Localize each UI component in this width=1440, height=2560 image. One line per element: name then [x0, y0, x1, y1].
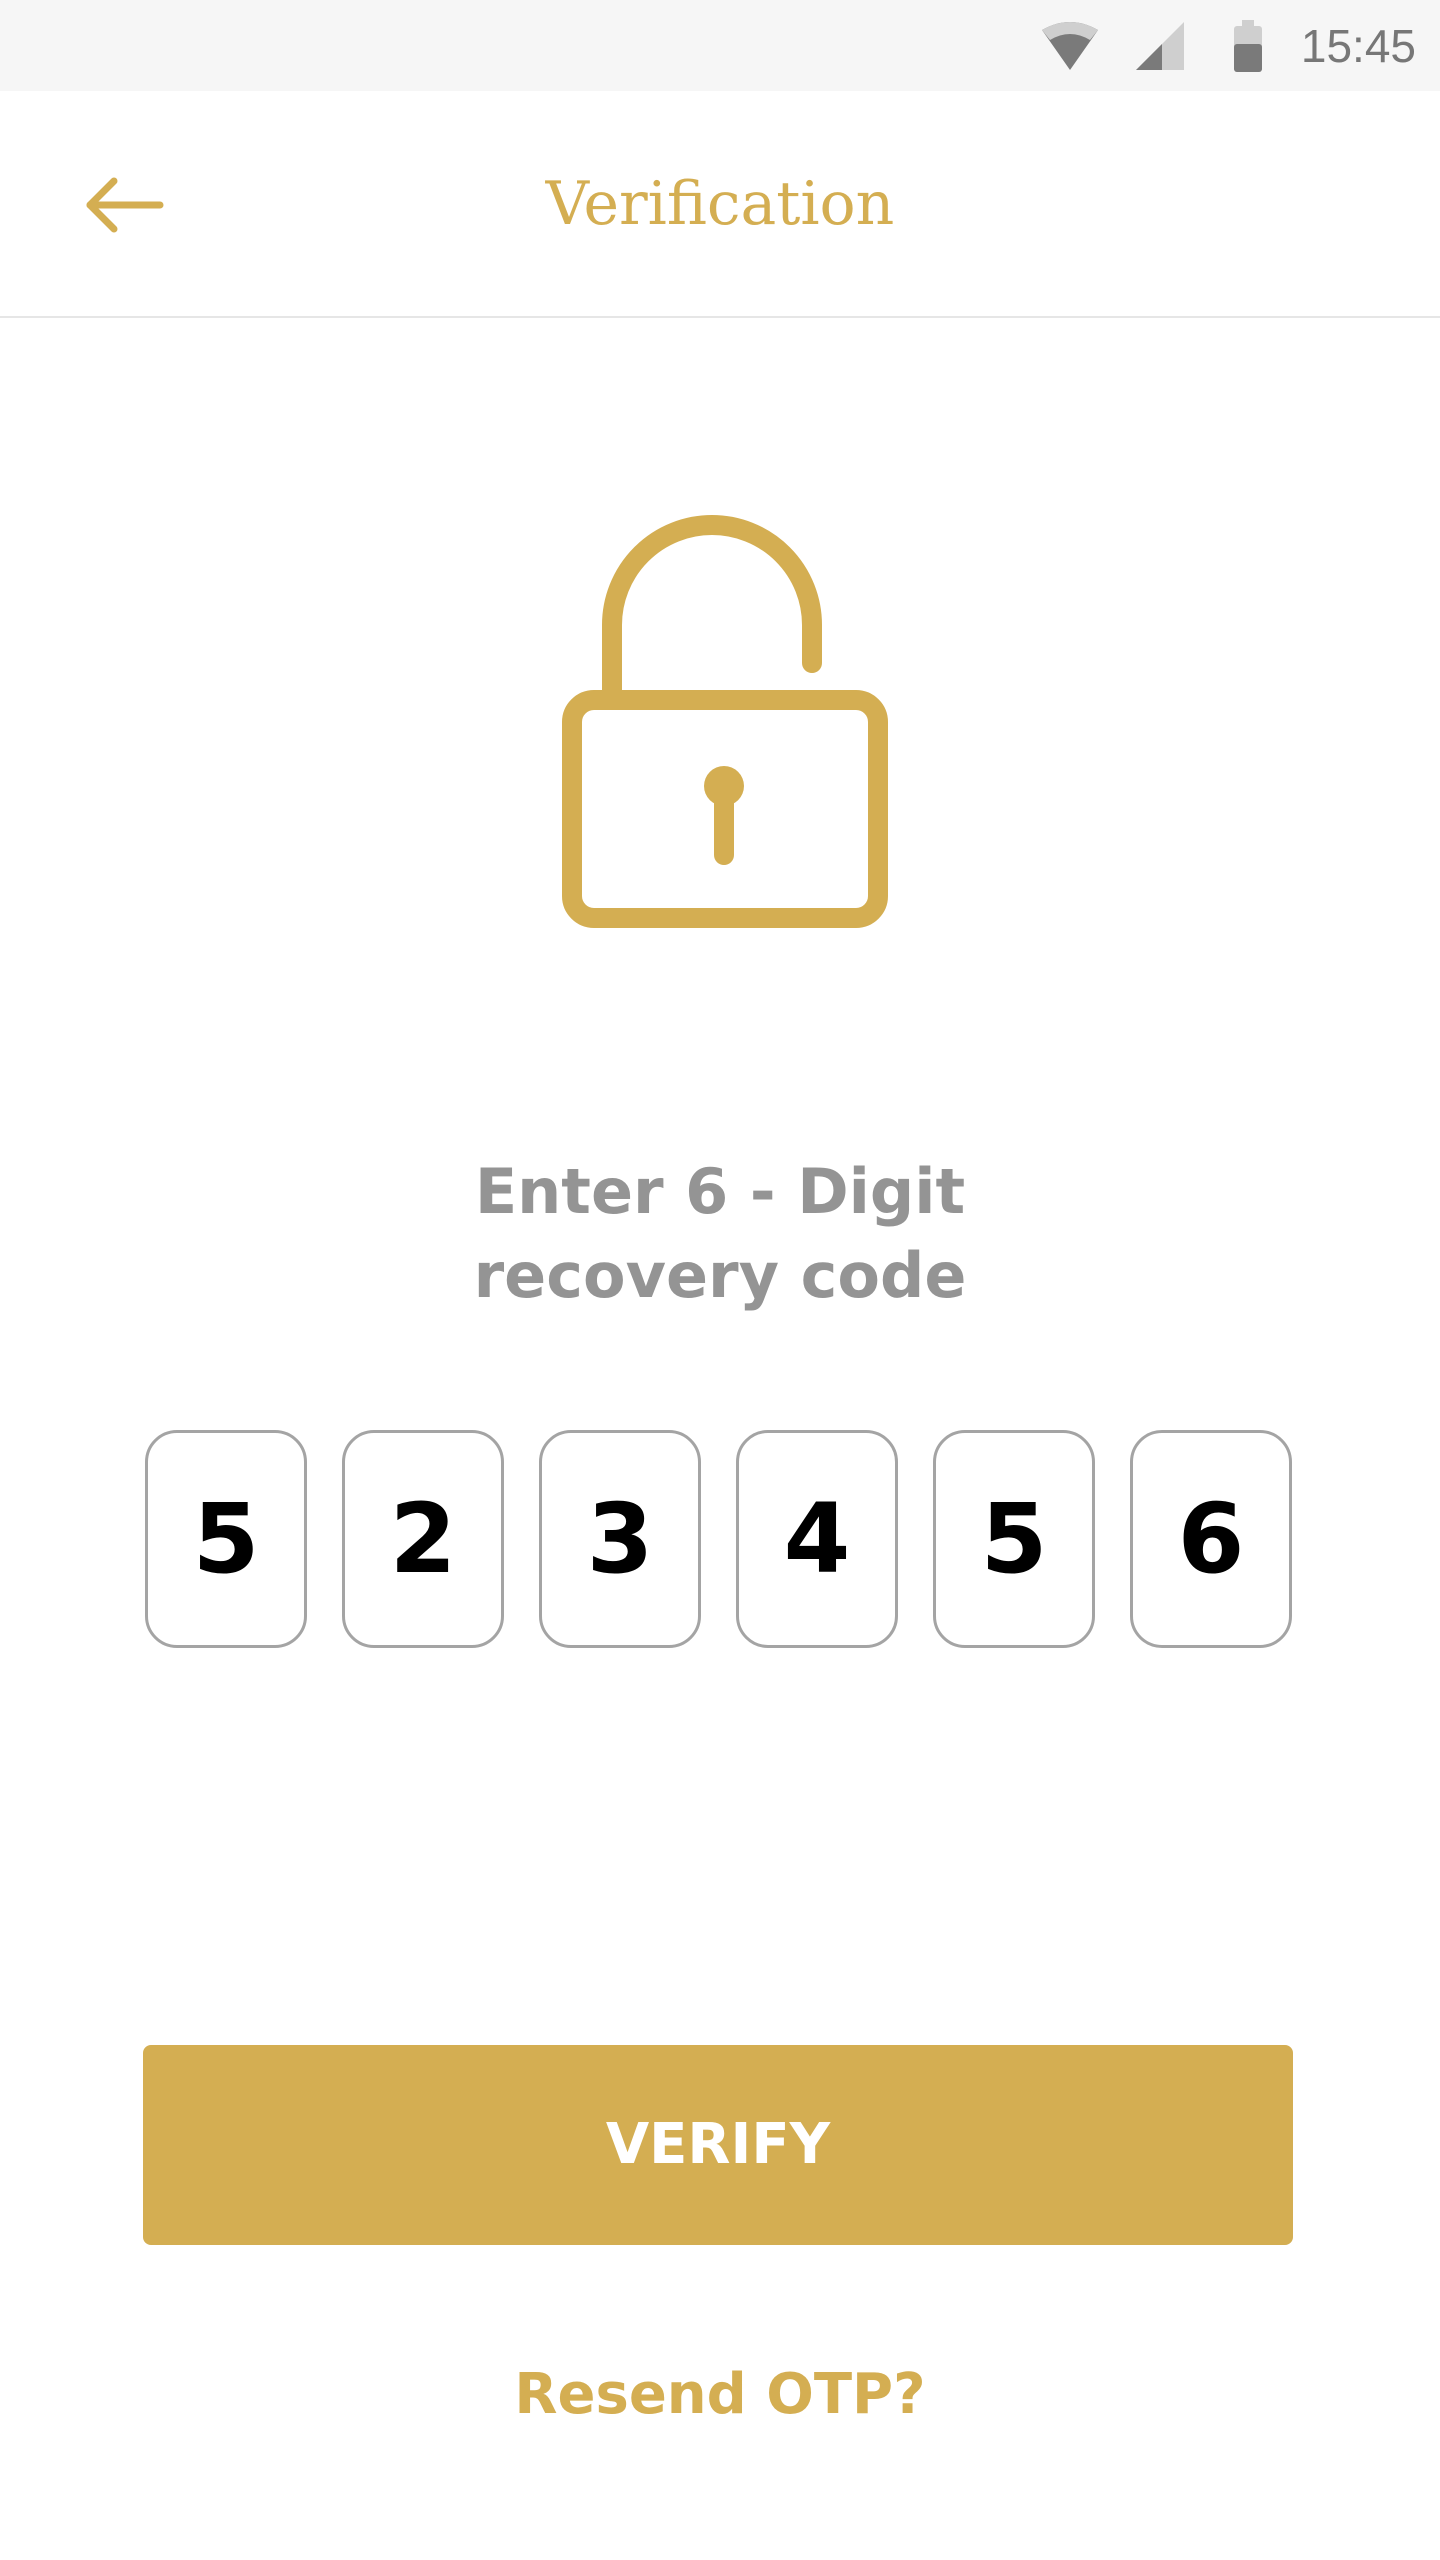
- app-bar: Verification: [0, 91, 1440, 318]
- otp-digit-6[interactable]: 6: [1130, 1430, 1292, 1648]
- otp-digit-4[interactable]: 4: [736, 1430, 898, 1648]
- instruction-line-2: recovery code: [473, 1239, 967, 1312]
- back-button[interactable]: [70, 165, 180, 245]
- otp-digit-1[interactable]: 5: [145, 1430, 307, 1648]
- instruction-line-1: Enter 6 - Digit: [474, 1155, 966, 1228]
- arrow-left-icon: [86, 177, 164, 233]
- otp-digit-3[interactable]: 3: [539, 1430, 701, 1648]
- instruction-text: Enter 6 - Digit recovery code: [320, 1150, 1120, 1318]
- verify-button[interactable]: VERIFY: [143, 2045, 1293, 2245]
- cellular-signal-icon: [1136, 22, 1184, 70]
- otp-digit-2[interactable]: 2: [342, 1430, 504, 1648]
- status-time: 15:45: [1300, 20, 1416, 72]
- padlock-open-icon: [562, 515, 888, 928]
- wifi-icon: [1042, 22, 1098, 70]
- otp-digit-5[interactable]: 5: [933, 1430, 1095, 1648]
- page-title: Verification: [545, 169, 895, 239]
- otp-input-group: 5 2 3 4 5 6: [145, 1430, 1295, 1650]
- battery-icon: [1234, 20, 1262, 72]
- resend-otp-link[interactable]: Resend OTP?: [320, 2355, 1120, 2435]
- status-bar: 15:45: [0, 0, 1440, 91]
